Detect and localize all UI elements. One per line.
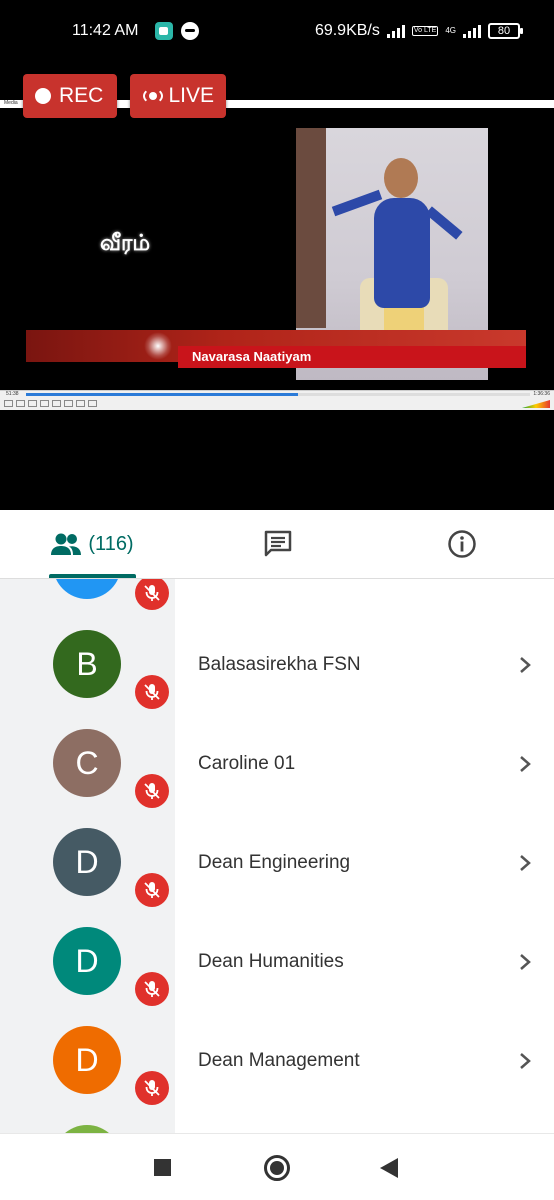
stop-icon	[28, 400, 37, 407]
participant-count: (116)	[88, 532, 134, 555]
participant-name: Caroline 01	[198, 753, 296, 774]
participant-name: Dean Engineering	[198, 852, 351, 873]
meet-app-icon	[155, 22, 173, 40]
chevron-right-icon	[516, 1052, 534, 1070]
time-total: 1:36:36	[533, 391, 550, 397]
info-icon	[448, 530, 476, 558]
active-tab-indicator	[49, 574, 136, 578]
network-type: 4G	[445, 26, 456, 35]
seek-progress	[26, 393, 299, 396]
playlist-icon	[64, 400, 73, 407]
fullscreen-icon	[52, 400, 61, 407]
chevron-right-icon	[516, 755, 534, 773]
time-elapsed: 51:38	[6, 391, 19, 397]
media-player-controls: 51:38 1:36:36	[0, 390, 554, 410]
system-nav-bar	[0, 1133, 554, 1200]
meeting-tabs: (116)	[0, 510, 554, 579]
participant-row[interactable]: C Caroline 01	[0, 678, 554, 808]
participant-row[interactable]: D Dean Management	[0, 975, 554, 1105]
video-title-text: வீரம்	[100, 230, 151, 256]
live-label: LIVE	[168, 84, 214, 107]
network-speed: 69.9KB/s	[314, 22, 380, 39]
loop-icon	[76, 400, 85, 407]
seek-bar	[26, 393, 530, 396]
shuffle-icon	[88, 400, 97, 407]
next-icon	[40, 400, 49, 407]
chevron-right-icon	[516, 953, 534, 971]
volume-icon	[522, 400, 550, 408]
recents-button[interactable]	[154, 1159, 171, 1176]
live-button[interactable]: LIVE	[130, 74, 226, 118]
shared-video[interactable]: Media REC LIVE வீரம் Navarasa Naatiyam 5…	[0, 64, 554, 510]
pause-icon	[4, 400, 13, 407]
chevron-right-icon	[516, 854, 534, 872]
participant-row[interactable]: B Balasasirekha FSN	[0, 579, 554, 709]
people-icon	[51, 533, 82, 555]
broadcast-icon	[142, 88, 164, 104]
tab-info[interactable]	[442, 510, 482, 578]
rec-button[interactable]: REC	[23, 74, 117, 118]
tab-chat[interactable]	[258, 510, 298, 578]
chat-app-icon	[181, 22, 199, 40]
participant-name: Balasasirekha FSN	[198, 654, 361, 675]
player-buttons	[4, 400, 97, 407]
clock: 11:42 AM	[72, 22, 139, 39]
prev-icon	[16, 400, 25, 407]
chevron-right-icon	[516, 656, 534, 674]
participant-name: Dean Humanities	[198, 951, 344, 972]
notification-icons	[155, 22, 199, 40]
signal-icon-2	[463, 24, 481, 38]
participant-name: Dean Management	[198, 1050, 360, 1071]
chat-icon	[264, 530, 292, 557]
battery-icon: 80	[488, 23, 523, 39]
participant-list[interactable]: B Balasasirekha FSN C Caroline 01 D Dean Engi…	[0, 579, 554, 1133]
tab-participants[interactable]: (116)	[48, 510, 136, 578]
avatar	[53, 1125, 121, 1133]
rec-label: REC	[59, 84, 104, 107]
home-button[interactable]	[264, 1155, 290, 1181]
participant-row[interactable]: D Dean Humanities	[0, 876, 554, 1006]
system-indicators: 69.9KB/s Vo LTE 4G 80	[314, 22, 523, 40]
signal-icon	[386, 24, 405, 38]
status-bar: 11:42 AM 69.9KB/s Vo LTE 4G 80	[0, 0, 554, 64]
participant-row[interactable]	[0, 1074, 554, 1133]
record-icon	[35, 88, 51, 104]
participant-row[interactable]: D Dean Engineering	[0, 777, 554, 907]
back-button[interactable]	[380, 1158, 398, 1178]
volte-icon: Vo LTE	[411, 26, 439, 36]
banner-title: Navarasa Naatiyam	[178, 346, 526, 368]
